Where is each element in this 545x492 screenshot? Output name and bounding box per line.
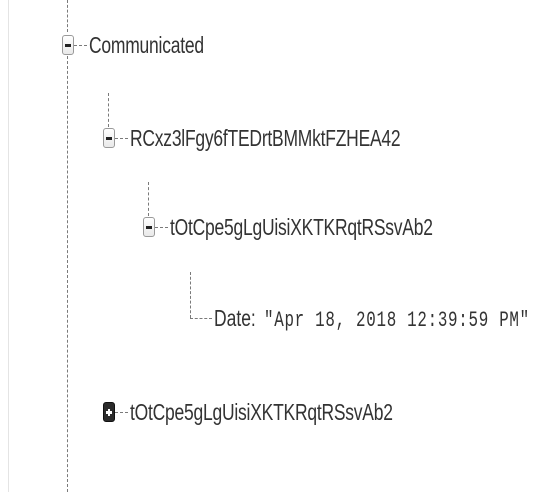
node-label-communicated[interactable]: Communicated	[89, 32, 204, 58]
tree-connector-grandchild-top	[148, 182, 149, 216]
node-label-child-2[interactable]: tOtCpe5gLgUisiXKTKRqtRSsvAb2	[130, 399, 393, 425]
expand-toggle-child-2[interactable]	[103, 402, 115, 422]
tree-connector-leaf-label	[190, 318, 212, 319]
tree-connector-root-children	[67, 56, 68, 492]
left-panel-edge	[0, 0, 9, 492]
tree-connector-child2-label	[115, 412, 128, 413]
tree-connector-root-label	[74, 45, 87, 46]
tree-connector-root-top	[67, 0, 68, 32]
node-label-child-1[interactable]: RCxz3lFgy6fTEDrtBMMktFZHEA42	[130, 125, 401, 151]
tree-connector-child1-top	[108, 93, 109, 127]
node-label-grandchild[interactable]: tOtCpe5gLgUisiXKTKRqtRSsvAb2	[170, 214, 433, 240]
leaf-date-value[interactable]: "Apr 18, 2018 12:39:59 PM"	[264, 308, 530, 334]
tree-connector-child1-label	[115, 138, 128, 139]
minus-toggle-icon	[146, 226, 152, 229]
minus-toggle-icon	[106, 137, 112, 140]
leaf-date-row: Date: "Apr 18, 2018 12:39:59 PM"	[214, 305, 545, 335]
collapse-toggle-communicated[interactable]	[62, 35, 74, 55]
tree-connector-leaf	[190, 272, 191, 318]
collapse-toggle-grandchild[interactable]	[143, 217, 155, 237]
minus-toggle-icon	[65, 44, 71, 47]
leaf-date-key: Date:	[214, 305, 256, 331]
tree-connector-grandchild-label	[155, 227, 168, 228]
collapse-toggle-child-1[interactable]	[103, 128, 115, 148]
